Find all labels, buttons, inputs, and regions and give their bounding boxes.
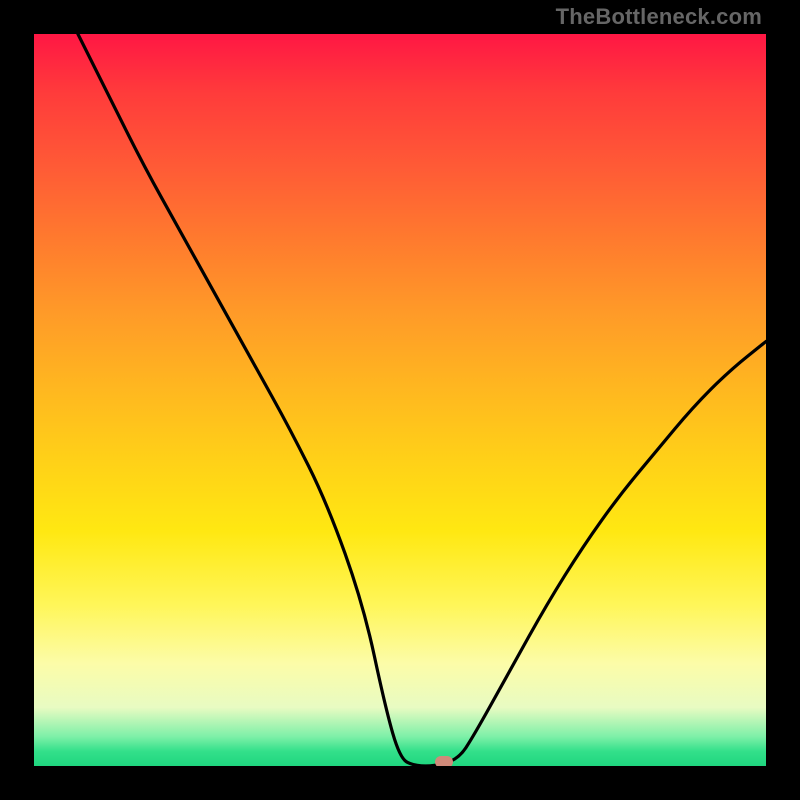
bottleneck-curve	[78, 34, 766, 766]
curve-svg	[34, 34, 766, 766]
minimum-marker	[435, 756, 453, 766]
plot-area	[34, 34, 766, 766]
watermark-label: TheBottleneck.com	[556, 4, 762, 30]
chart-frame: TheBottleneck.com	[0, 0, 800, 800]
